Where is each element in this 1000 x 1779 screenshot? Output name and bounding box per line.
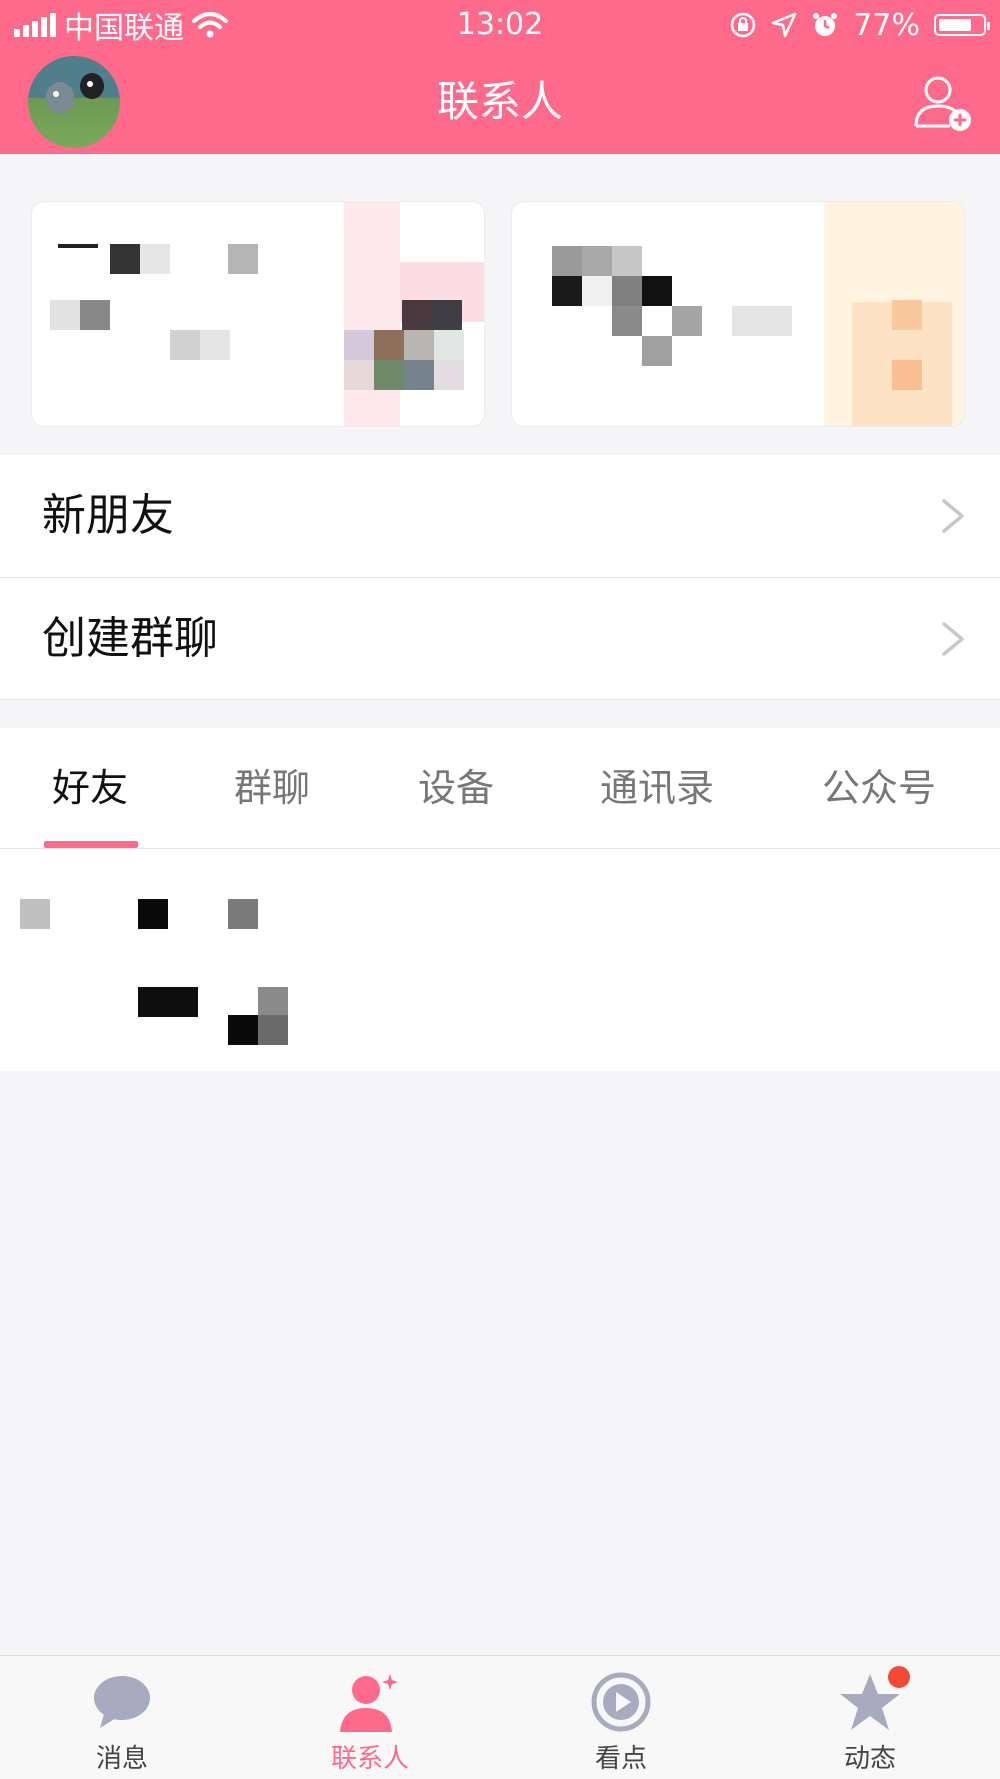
tab-address-book[interactable]: 通讯录 xyxy=(600,728,714,848)
add-contact-icon[interactable] xyxy=(910,70,976,136)
nav-kandian-label: 看点 xyxy=(594,1744,647,1774)
chevron-right-icon xyxy=(942,499,964,533)
new-friends-item[interactable]: 新朋友 xyxy=(0,455,1000,577)
contact-tabs: 好友 群聊 设备 通讯录 公众号 xyxy=(0,728,1000,849)
nav-kandian[interactable]: 看点 xyxy=(541,1656,701,1779)
nav-moments-label: 动态 xyxy=(843,1744,896,1774)
play-circle-icon xyxy=(591,1672,651,1732)
divider xyxy=(0,699,1000,700)
nav-messages[interactable]: 消息 xyxy=(42,1656,202,1779)
recommend-card[interactable] xyxy=(512,202,964,426)
recommend-cards xyxy=(0,154,1000,454)
nav-bar: 联系人 xyxy=(0,50,1000,154)
create-group-label: 创建群聊 xyxy=(42,613,218,664)
nav-contacts[interactable]: 联系人 xyxy=(290,1656,450,1779)
status-bar: 中国联通 13:02 77% xyxy=(0,0,1000,50)
tab-underline xyxy=(44,841,138,848)
tab-groups[interactable]: 群聊 xyxy=(234,728,310,848)
battery-percent: 77% xyxy=(853,7,920,43)
friends-list xyxy=(0,849,1000,1071)
create-group-item[interactable]: 创建群聊 xyxy=(0,578,1000,700)
page-title: 联系人 xyxy=(436,77,563,126)
rotation-lock-icon xyxy=(731,12,756,38)
nav-messages-label: 消息 xyxy=(95,1744,148,1774)
notification-badge xyxy=(888,1666,910,1688)
alarm-icon xyxy=(813,13,838,36)
tab-devices[interactable]: 设备 xyxy=(418,728,494,848)
nav-moments[interactable]: 动态 xyxy=(790,1656,950,1779)
bottom-nav: 消息 联系人 看点 动态 xyxy=(0,1655,1000,1779)
list-item[interactable] xyxy=(0,849,1000,1071)
nav-contacts-label: 联系人 xyxy=(330,1744,409,1774)
chevron-right-icon xyxy=(942,622,964,656)
contact-person-icon xyxy=(340,1674,398,1732)
tab-friends[interactable]: 好友 xyxy=(52,728,128,848)
chat-bubble-icon xyxy=(94,1676,150,1728)
location-icon xyxy=(772,12,797,38)
recommend-card[interactable] xyxy=(32,202,484,426)
tab-official-accounts[interactable]: 公众号 xyxy=(822,728,936,848)
new-friends-label: 新朋友 xyxy=(42,490,174,541)
battery-icon xyxy=(934,14,990,36)
